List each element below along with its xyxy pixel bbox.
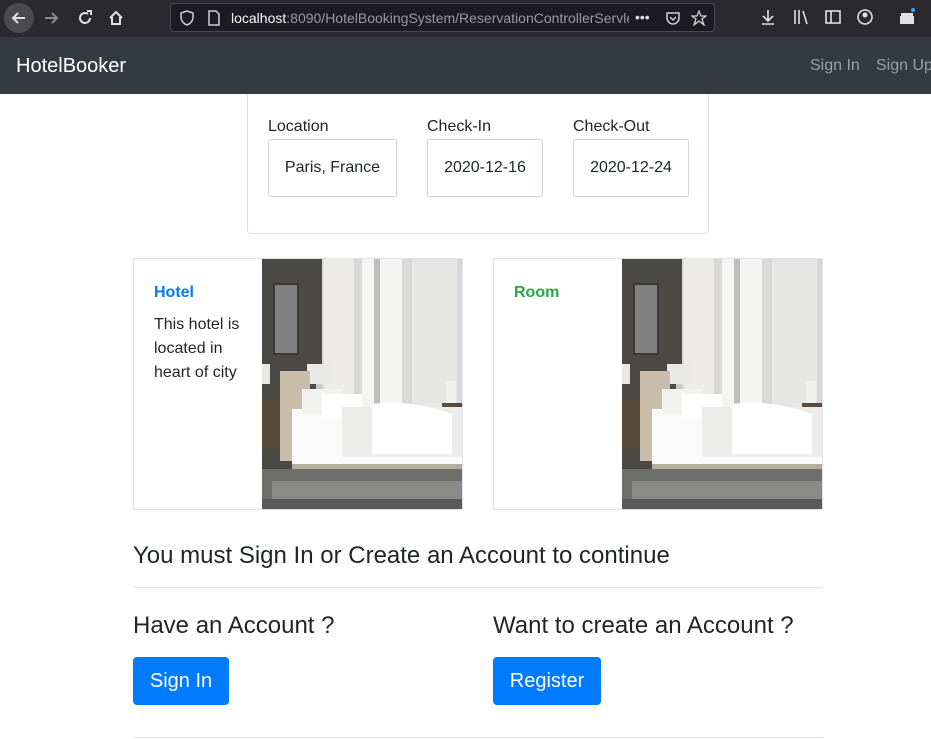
have-account-heading: Have an Account ? <box>133 612 335 639</box>
bookmark-star-icon[interactable] <box>691 10 707 26</box>
checkin-input[interactable]: 2020-12-16 <box>427 139 543 197</box>
nav-sign-up-link[interactable]: Sign Up <box>876 57 931 75</box>
browser-toolbar: localhost:8090/HotelBookingSystem/Reserv… <box>0 0 931 37</box>
checkout-label: Check-Out <box>573 118 650 135</box>
search-form: Location Paris, France Check-In 2020-12-… <box>247 94 709 234</box>
location-input[interactable]: Paris, France <box>268 139 397 197</box>
page-icon <box>208 10 220 26</box>
room-card-title[interactable]: Room <box>514 284 559 302</box>
checkin-label: Check-In <box>427 118 492 135</box>
url-text[interactable]: localhost:8090/HotelBookingSystem/Reserv… <box>231 10 629 26</box>
checkout-input[interactable]: 2020-12-24 <box>573 139 689 197</box>
sidebar-icon[interactable] <box>824 8 842 26</box>
shield-icon[interactable] <box>179 10 195 26</box>
nav-sign-in-link[interactable]: Sign In <box>810 57 860 75</box>
reload-icon[interactable] <box>70 3 100 33</box>
hotel-card[interactable]: Hotel This hotel is located in heart of … <box>133 258 463 510</box>
app-navbar: HotelBooker Sign In Sign Up <box>0 37 931 94</box>
hotel-card-title[interactable]: Hotel <box>154 284 194 302</box>
create-account-heading: Want to create an Account ? <box>493 612 794 639</box>
auth-prompt-heading: You must Sign In or Create an Account to… <box>133 542 670 569</box>
library-icon[interactable] <box>792 8 810 26</box>
back-icon[interactable] <box>4 3 34 33</box>
sign-in-button[interactable]: Sign In <box>133 657 229 705</box>
account-icon[interactable] <box>856 8 874 26</box>
url-bar[interactable]: localhost:8090/HotelBookingSystem/Reserv… <box>170 3 715 32</box>
divider <box>133 587 823 588</box>
bottom-divider <box>133 737 823 738</box>
room-image <box>622 259 822 509</box>
downloads-icon[interactable] <box>759 8 777 26</box>
register-button[interactable]: Register <box>493 657 601 705</box>
home-icon[interactable] <box>101 3 131 33</box>
brand-logo[interactable]: HotelBooker <box>16 55 126 78</box>
hotel-image <box>262 259 462 509</box>
hotel-card-description: This hotel is located in heart of city <box>154 316 240 381</box>
room-card[interactable]: Room <box>493 258 823 510</box>
forward-icon[interactable] <box>36 3 66 33</box>
location-label: Location <box>268 118 329 135</box>
extensions-icon[interactable] <box>898 8 916 26</box>
pocket-icon[interactable] <box>665 10 681 26</box>
page-actions-icon[interactable]: ••• <box>635 9 650 25</box>
